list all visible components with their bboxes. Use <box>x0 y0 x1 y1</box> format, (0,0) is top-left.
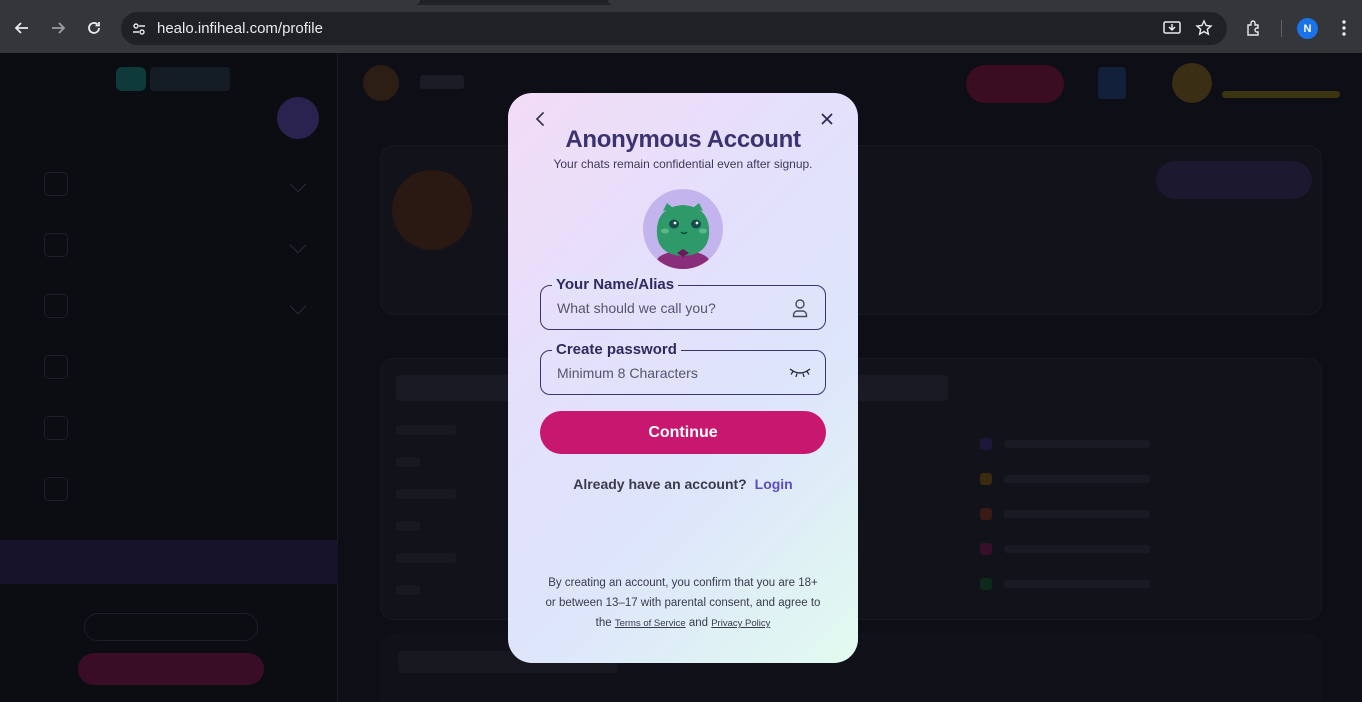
chevron-left-icon <box>535 112 544 126</box>
login-prompt: Already have an account? Login <box>508 476 858 492</box>
sidebar-item-icon <box>44 294 68 318</box>
name-input[interactable] <box>557 298 777 318</box>
sidebar-item-icon <box>44 416 68 440</box>
terms-prefix: the <box>595 617 612 629</box>
continue-button[interactable]: Continue <box>540 411 826 454</box>
sidebar-item <box>44 353 304 381</box>
sidebar-button <box>78 653 264 685</box>
name-field-label: Your Name/Alias <box>552 275 679 295</box>
legend-item <box>980 578 1150 590</box>
legend-item <box>980 508 1150 520</box>
topbar-button <box>966 65 1064 103</box>
sidebar-avatar <box>277 97 319 139</box>
user-icon <box>789 297 811 319</box>
terms-and: and <box>688 617 708 629</box>
modal-subtitle: Your chats remain confidential even afte… <box>553 157 813 171</box>
logo <box>150 67 230 91</box>
card-row <box>396 553 456 563</box>
forward-icon[interactable] <box>46 16 70 40</box>
mascot-icon <box>363 65 399 101</box>
tab[interactable] <box>0 0 420 5</box>
sidebar-item <box>44 170 307 198</box>
legend-item <box>980 473 1150 485</box>
legend-item <box>980 543 1150 555</box>
legend-item <box>980 438 1150 450</box>
card-row <box>396 457 420 467</box>
address-bar[interactable]: healo.infiheal.com/profile <box>121 12 1227 45</box>
sidebar-item-icon <box>44 355 68 379</box>
have-account-text: Already have an account? <box>573 476 747 492</box>
sidebar-item <box>44 475 304 503</box>
terms-of-service-link[interactable]: Terms of Service <box>615 618 686 629</box>
sidebar-item-icon <box>44 477 68 501</box>
tab-strip <box>0 0 1362 5</box>
sidebar-banner <box>0 540 338 584</box>
reload-icon[interactable] <box>82 16 106 40</box>
sidebar-item-icon <box>44 172 68 196</box>
modal-title: Anonymous Account <box>565 126 801 153</box>
progress-bar <box>1222 91 1340 98</box>
profile-avatar-image <box>392 170 472 250</box>
terms-line: the Terms of Service and Privacy Policy <box>536 613 830 634</box>
profile-chip <box>1156 161 1312 199</box>
close-icon <box>821 113 833 125</box>
privacy-policy-link[interactable]: Privacy Policy <box>711 618 770 629</box>
sidebar-button <box>84 613 258 641</box>
terms-text: By creating an account, you confirm that… <box>536 573 830 634</box>
mascot-avatar <box>643 189 723 269</box>
sidebar-item <box>44 292 307 320</box>
chevron-down-icon <box>289 175 307 193</box>
terms-line: By creating an account, you confirm that… <box>548 577 818 589</box>
card-row <box>396 585 420 595</box>
sidebar <box>0 53 338 702</box>
terms-line: or between 13–17 with parental consent, … <box>545 597 821 609</box>
extensions-icon[interactable] <box>1242 16 1266 40</box>
card-heading <box>858 375 948 401</box>
password-input[interactable] <box>557 363 777 383</box>
back-icon[interactable] <box>10 16 34 40</box>
chevron-down-icon <box>289 297 307 315</box>
eye-closed-icon[interactable] <box>789 362 811 384</box>
document-icon <box>1098 67 1126 99</box>
sidebar-item <box>44 414 304 442</box>
bookmark-star-icon[interactable] <box>1192 16 1216 40</box>
card-row <box>396 425 456 435</box>
url-text: healo.infiheal.com/profile <box>157 20 323 37</box>
site-settings-icon[interactable] <box>131 21 147 42</box>
card-row <box>396 489 456 499</box>
logo-icon <box>116 67 146 91</box>
signup-modal: Anonymous Account Your chats remain conf… <box>508 93 858 663</box>
user-avatar <box>1172 63 1212 103</box>
name-field: Your Name/Alias <box>540 275 826 330</box>
topbar-label <box>420 75 464 89</box>
profile-avatar[interactable]: N <box>1297 18 1318 39</box>
card-row <box>396 521 420 531</box>
card-heading <box>396 375 516 401</box>
toolbar-divider <box>1281 20 1282 37</box>
chevron-down-icon <box>289 236 307 254</box>
login-link[interactable]: Login <box>755 476 793 492</box>
sidebar-item-icon <box>44 233 68 257</box>
password-field-label: Create password <box>552 340 681 360</box>
sidebar-item <box>44 231 307 259</box>
more-menu-icon[interactable] <box>1332 16 1356 40</box>
browser-toolbar: healo.infiheal.com/profile N <box>0 0 1362 53</box>
password-field: Create password <box>540 340 826 395</box>
tab[interactable] <box>608 0 1362 5</box>
install-app-icon[interactable] <box>1160 16 1184 40</box>
